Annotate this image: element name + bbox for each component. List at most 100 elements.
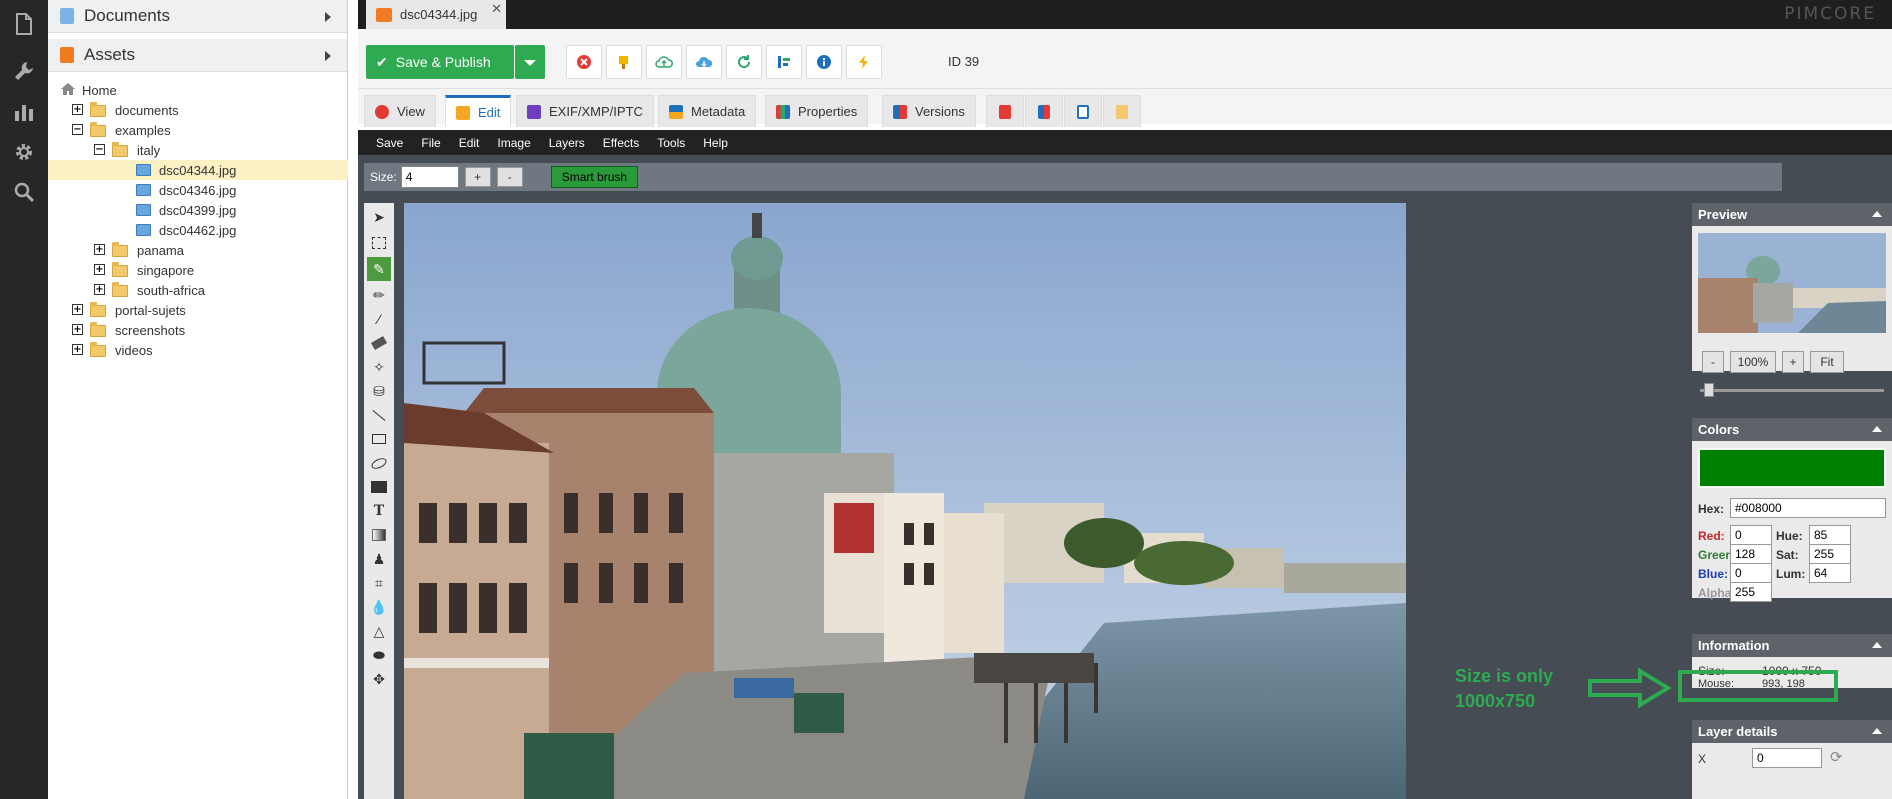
hex-input[interactable]: #008000 bbox=[1730, 498, 1886, 518]
expand-icon[interactable]: + bbox=[72, 304, 83, 315]
tab-schedule[interactable] bbox=[986, 95, 1024, 127]
close-icon[interactable]: ✕ bbox=[491, 1, 502, 17]
sat-input[interactable]: 255 bbox=[1809, 544, 1851, 564]
move-icon[interactable]: ✥ bbox=[367, 667, 391, 691]
rectangle-icon[interactable] bbox=[367, 427, 391, 451]
tree-node-documents[interactable]: + documents bbox=[48, 100, 348, 120]
tab-properties[interactable]: Properties bbox=[765, 95, 869, 127]
hue-input[interactable]: 85 bbox=[1809, 525, 1851, 545]
collapse-caret-icon[interactable] bbox=[1872, 728, 1882, 734]
pencil-icon[interactable]: ✏ bbox=[367, 283, 391, 307]
tree-node-singapore[interactable]: + singapore bbox=[48, 260, 348, 280]
tab-metadata[interactable]: Metadata bbox=[658, 95, 757, 127]
menu-effects[interactable]: Effects bbox=[594, 136, 648, 150]
expand-icon[interactable]: + bbox=[94, 264, 105, 275]
ellipse-icon[interactable] bbox=[367, 451, 391, 475]
preview-header[interactable]: Preview bbox=[1692, 203, 1892, 226]
assets-accordion[interactable]: Assets bbox=[48, 39, 347, 72]
menu-help[interactable]: Help bbox=[694, 136, 737, 150]
tree-node-portal-sujets[interactable]: + portal-sujets bbox=[48, 300, 348, 320]
reload-button[interactable] bbox=[726, 45, 762, 79]
blue-input[interactable]: 0 bbox=[1730, 563, 1772, 583]
lum-input[interactable]: 64 bbox=[1809, 563, 1851, 583]
menu-file[interactable]: File bbox=[412, 136, 449, 150]
text-icon[interactable]: T bbox=[367, 499, 391, 523]
document-tab[interactable]: dsc04344.jpg ✕ bbox=[366, 0, 506, 29]
delete-button[interactable] bbox=[566, 45, 602, 79]
brush-icon[interactable]: ✎ bbox=[367, 257, 391, 281]
tab-dependencies[interactable] bbox=[1025, 95, 1063, 127]
menu-edit[interactable]: Edit bbox=[450, 136, 489, 150]
upload-button[interactable] bbox=[646, 45, 682, 79]
zoom-slider-handle[interactable] bbox=[1704, 383, 1714, 397]
eyedropper-icon[interactable]: ⁄ bbox=[367, 307, 391, 331]
color-swatch[interactable] bbox=[1698, 448, 1886, 488]
tab-tags[interactable] bbox=[1103, 95, 1141, 127]
tab-view[interactable]: View bbox=[364, 95, 436, 127]
select-cursor-icon[interactable]: ➤ bbox=[367, 205, 391, 229]
marquee-select-icon[interactable] bbox=[367, 231, 391, 255]
blur-drop-icon[interactable]: 💧 bbox=[367, 595, 391, 619]
magic-wand-icon[interactable]: ✧ bbox=[367, 355, 391, 379]
expand-icon[interactable]: + bbox=[94, 244, 105, 255]
collapse-caret-icon[interactable] bbox=[1872, 426, 1882, 432]
search-icon[interactable] bbox=[8, 176, 40, 208]
tree-node-videos[interactable]: + videos bbox=[48, 340, 348, 360]
brush-size-input[interactable]: 4 bbox=[400, 166, 459, 188]
sponge-icon[interactable]: ⬬ bbox=[367, 643, 391, 667]
preview-thumbnail[interactable] bbox=[1698, 233, 1886, 333]
chart-bar-icon[interactable] bbox=[8, 96, 40, 128]
clear-cache-button[interactable] bbox=[846, 45, 882, 79]
tab-notes[interactable] bbox=[1064, 95, 1102, 127]
collapse-icon[interactable]: − bbox=[94, 144, 105, 155]
tree-node-dsc04346[interactable]: dsc04346.jpg bbox=[48, 180, 348, 200]
layer-details-header[interactable]: Layer details bbox=[1692, 720, 1892, 743]
red-input[interactable]: 0 bbox=[1730, 525, 1772, 545]
zoom-in-button[interactable]: + bbox=[1782, 351, 1804, 373]
fit-button[interactable]: Fit bbox=[1810, 351, 1844, 373]
collapse-caret-icon[interactable] bbox=[1872, 642, 1882, 648]
rename-button[interactable] bbox=[606, 45, 642, 79]
expand-icon[interactable]: + bbox=[94, 284, 105, 295]
expand-icon[interactable]: + bbox=[72, 344, 83, 355]
line-icon[interactable] bbox=[367, 403, 391, 427]
save-publish-button[interactable]: ✔ Save & Publish bbox=[366, 45, 514, 79]
tree-node-home[interactable]: Home bbox=[48, 80, 348, 100]
menu-tools[interactable]: Tools bbox=[648, 136, 694, 150]
show-in-tree-button[interactable] bbox=[766, 45, 802, 79]
tree-node-panama[interactable]: + panama bbox=[48, 240, 348, 260]
expand-icon[interactable]: + bbox=[72, 324, 83, 335]
crop-icon[interactable]: ⌗ bbox=[367, 571, 391, 595]
layer-x-input[interactable]: 0 bbox=[1752, 748, 1822, 768]
tree-node-examples[interactable]: − examples bbox=[48, 120, 348, 140]
fill-bucket-icon[interactable]: ⛁ bbox=[367, 379, 391, 403]
collapse-caret-icon[interactable] bbox=[1872, 211, 1882, 217]
save-options-dropdown[interactable] bbox=[515, 45, 545, 79]
sharpen-icon[interactable]: △ bbox=[367, 619, 391, 643]
menu-image[interactable]: Image bbox=[488, 136, 539, 150]
image-canvas[interactable] bbox=[404, 203, 1406, 799]
download-button[interactable] bbox=[686, 45, 722, 79]
alpha-input[interactable]: 255 bbox=[1730, 582, 1772, 602]
reset-icon[interactable]: ⟳ bbox=[1830, 748, 1843, 766]
tree-node-italy[interactable]: − italy bbox=[48, 140, 348, 160]
zoom-out-button[interactable]: - bbox=[1702, 351, 1724, 373]
zoom-slider-track[interactable] bbox=[1700, 389, 1884, 392]
clone-stamp-icon[interactable]: ♟ bbox=[367, 547, 391, 571]
tree-node-dsc04344[interactable]: dsc04344.jpg bbox=[48, 160, 348, 180]
documents-accordion[interactable]: Documents bbox=[48, 0, 347, 33]
image-insert-icon[interactable] bbox=[367, 475, 391, 499]
collapse-icon[interactable]: − bbox=[72, 124, 83, 135]
smart-brush-button[interactable]: Smart brush bbox=[550, 166, 639, 188]
tab-versions[interactable]: Versions bbox=[882, 95, 976, 127]
size-increase-button[interactable]: + bbox=[464, 167, 491, 187]
gear-icon[interactable] bbox=[8, 136, 40, 168]
file-icon[interactable] bbox=[8, 8, 40, 40]
expand-icon[interactable]: + bbox=[72, 104, 83, 115]
gradient-icon[interactable] bbox=[367, 523, 391, 547]
size-decrease-button[interactable]: - bbox=[496, 167, 523, 187]
tree-node-dsc04462[interactable]: dsc04462.jpg bbox=[48, 220, 348, 240]
menu-save[interactable]: Save bbox=[367, 136, 412, 150]
wrench-icon[interactable] bbox=[8, 55, 40, 87]
colors-header[interactable]: Colors bbox=[1692, 418, 1892, 441]
